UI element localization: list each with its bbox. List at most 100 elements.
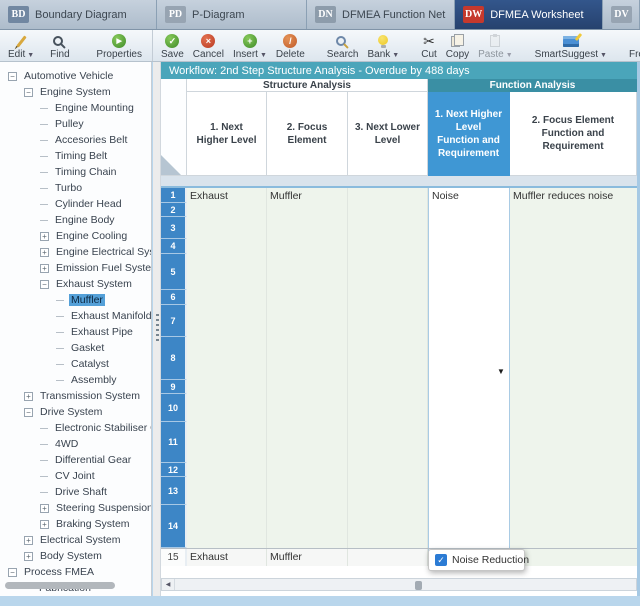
tree-item-cv-joint[interactable]: CV Joint bbox=[0, 468, 151, 484]
expand-toggle-icon[interactable]: + bbox=[40, 232, 49, 241]
cell-r2-c2[interactable] bbox=[267, 203, 348, 217]
tree-item-timing-belt[interactable]: Timing Belt bbox=[0, 148, 151, 164]
expand-toggle-icon[interactable]: + bbox=[24, 392, 33, 401]
row-header-6[interactable]: 6 bbox=[161, 290, 187, 305]
cell-r5-c3[interactable] bbox=[348, 254, 428, 290]
cell-r12-c3[interactable] bbox=[348, 463, 428, 477]
tree-item-pulley[interactable]: Pulley bbox=[0, 116, 151, 132]
tree-item-engine-system[interactable]: −Engine System bbox=[0, 84, 151, 100]
cell-r10-c4[interactable] bbox=[428, 394, 510, 422]
cell-r9-c5[interactable] bbox=[510, 380, 637, 394]
cell-r3-c2[interactable] bbox=[267, 217, 348, 239]
edit-button[interactable]: Edit▼ bbox=[8, 33, 34, 61]
cell-r6-c4[interactable] bbox=[428, 290, 510, 305]
cell-r13-c2[interactable] bbox=[267, 477, 348, 505]
cell-r7-c3[interactable] bbox=[348, 305, 428, 337]
cell-r15-c5[interactable] bbox=[510, 549, 637, 566]
tree-item-engine-mounting[interactable]: Engine Mounting bbox=[0, 100, 151, 116]
cell-r10-c1[interactable] bbox=[187, 394, 267, 422]
row-header-14[interactable]: 14 bbox=[161, 505, 187, 548]
column-header-1-next-higher-level[interactable]: 1. Next Higher Level bbox=[187, 92, 267, 176]
cell-r2-c5[interactable] bbox=[510, 203, 637, 217]
tab-dfmea-function-net[interactable]: DNDFMEA Function Net bbox=[307, 0, 455, 29]
tree-item-automotive-vehicle[interactable]: −Automotive Vehicle bbox=[0, 68, 151, 84]
copy-button[interactable]: Copy bbox=[446, 33, 469, 61]
cell-r10-c3[interactable] bbox=[348, 394, 428, 422]
cell-r2-c1[interactable] bbox=[187, 203, 267, 217]
cell-r7-c1[interactable] bbox=[187, 305, 267, 337]
scroll-left-arrow-icon[interactable]: ◀ bbox=[162, 579, 175, 590]
cell-r14-c2[interactable] bbox=[267, 505, 348, 548]
cell-r6-c5[interactable] bbox=[510, 290, 637, 305]
tree-item-engine-electrical-system[interactable]: +Engine Electrical System bbox=[0, 244, 151, 260]
tree-item-gasket[interactable]: Gasket bbox=[0, 340, 151, 356]
cell-r1-c3[interactable] bbox=[348, 188, 428, 203]
cell-r2-c4[interactable] bbox=[428, 203, 510, 217]
tree-item-body-system[interactable]: +Body System bbox=[0, 548, 151, 564]
cell-r11-c1[interactable] bbox=[187, 422, 267, 463]
row-header-10[interactable]: 10 bbox=[161, 394, 187, 422]
tab-boundary-diagram[interactable]: BDBoundary Diagram bbox=[0, 0, 157, 29]
cut-button[interactable]: ✂Cut bbox=[421, 33, 437, 61]
main-horizontal-scrollbar[interactable]: ◀ bbox=[161, 578, 637, 591]
row-header-11[interactable]: 11 bbox=[161, 422, 187, 463]
column-header-1-next-higher-level-function-and-requirement[interactable]: 1. Next Higher Level Function and Requir… bbox=[428, 92, 510, 176]
find-button[interactable]: Find bbox=[50, 33, 69, 61]
tree-item-turbo[interactable]: Turbo bbox=[0, 180, 151, 196]
row-header-2[interactable]: 2 bbox=[161, 203, 187, 217]
tree-item-steering-suspension[interactable]: +Steering Suspension bbox=[0, 500, 151, 516]
row-header-1[interactable]: 1 bbox=[161, 188, 187, 203]
cell-r8-c3[interactable] bbox=[348, 337, 428, 380]
cell-r7-c4[interactable] bbox=[428, 305, 510, 337]
smartsuggest-button[interactable]: SmartSuggest▼ bbox=[535, 33, 607, 61]
expand-toggle-icon[interactable]: + bbox=[40, 248, 49, 257]
cell-r6-c3[interactable] bbox=[348, 290, 428, 305]
cell-r6-c1[interactable] bbox=[187, 290, 267, 305]
cell-r7-c2[interactable] bbox=[267, 305, 348, 337]
properties-button[interactable]: ▶Properties bbox=[96, 33, 142, 61]
cell-r6-c2[interactable] bbox=[267, 290, 348, 305]
cell-r12-c1[interactable] bbox=[187, 463, 267, 477]
cell-r15-c3[interactable] bbox=[348, 549, 428, 566]
tab-p-diagram[interactable]: PDP-Diagram bbox=[157, 0, 307, 29]
tree-item-electrical-system[interactable]: +Electrical System bbox=[0, 532, 151, 548]
tree-item-exhaust-pipe[interactable]: Exhaust Pipe bbox=[0, 324, 151, 340]
cell-r12-c5[interactable] bbox=[510, 463, 637, 477]
tree-item-engine-body[interactable]: Engine Body bbox=[0, 212, 151, 228]
column-header-2-focus-element[interactable]: 2. Focus Element bbox=[267, 92, 348, 176]
row-header-8[interactable]: 8 bbox=[161, 337, 187, 380]
tab-dv[interactable]: DV bbox=[603, 0, 640, 29]
cell-r12-c2[interactable] bbox=[267, 463, 348, 477]
cell-r9-c2[interactable] bbox=[267, 380, 348, 394]
cell-r14-c4[interactable] bbox=[428, 505, 510, 548]
row-header-5[interactable]: 5 bbox=[161, 254, 187, 290]
cell-r15-c1-exhaust-system[interactable]: Exhaust System bbox=[187, 549, 267, 566]
cell-r1-c2-muffler[interactable]: Muffler bbox=[267, 188, 348, 203]
tree-item-timing-chain[interactable]: Timing Chain bbox=[0, 164, 151, 180]
cell-r13-c4[interactable] bbox=[428, 477, 510, 505]
cell-r1-c4-noise-reduction[interactable]: Noise Reduction bbox=[428, 188, 510, 203]
cell-r3-c5[interactable] bbox=[510, 217, 637, 239]
cell-r14-c5[interactable] bbox=[510, 505, 637, 548]
cell-r4-c5[interactable] bbox=[510, 239, 637, 254]
cell-r7-c5[interactable] bbox=[510, 305, 637, 337]
tree-item-process-fmea[interactable]: −Process FMEA bbox=[0, 564, 151, 580]
cell-r11-c3[interactable] bbox=[348, 422, 428, 463]
bank-button[interactable]: Bank▼ bbox=[367, 33, 399, 61]
cell-r5-c5[interactable] bbox=[510, 254, 637, 290]
column-header-3-next-lower-level[interactable]: 3. Next Lower Level bbox=[348, 92, 428, 176]
cell-r14-c1[interactable] bbox=[187, 505, 267, 548]
cell-r15-c2-muffler[interactable]: Muffler bbox=[267, 549, 348, 566]
tree-item-4wd[interactable]: 4WD bbox=[0, 436, 151, 452]
cell-r13-c3[interactable] bbox=[348, 477, 428, 505]
cell-r11-c5[interactable] bbox=[510, 422, 637, 463]
tree-item-accesories-belt[interactable]: Accesories Belt bbox=[0, 132, 151, 148]
cell-r4-c4[interactable] bbox=[428, 239, 510, 254]
cancel-button[interactable]: ×Cancel bbox=[193, 33, 224, 61]
cell-r9-c3[interactable] bbox=[348, 380, 428, 394]
grid-corner-cell[interactable] bbox=[161, 79, 187, 176]
row-header-12[interactable]: 12 bbox=[161, 463, 187, 477]
cell-r4-c2[interactable] bbox=[267, 239, 348, 254]
cell-r14-c3[interactable] bbox=[348, 505, 428, 548]
cell-r8-c5[interactable] bbox=[510, 337, 637, 380]
